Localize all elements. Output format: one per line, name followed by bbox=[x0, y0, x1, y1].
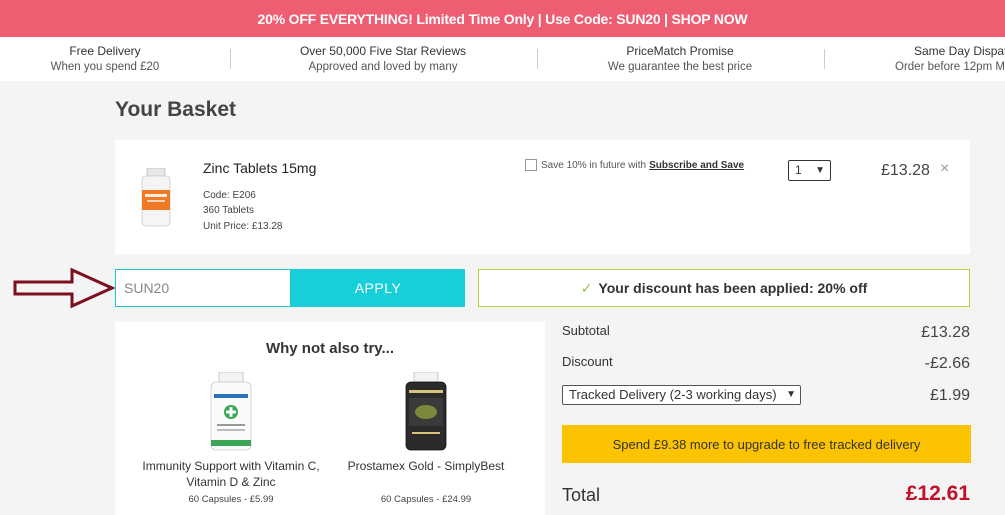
delivery-option-select[interactable]: Tracked Delivery (2-3 working days) ▼ bbox=[562, 385, 801, 405]
product-name[interactable]: Zinc Tablets 15mg bbox=[203, 160, 316, 176]
usp-free-delivery: Free Delivery When you spend £20 bbox=[40, 44, 170, 76]
upsell-product-name[interactable]: Immunity Support with Vitamin C, Vitamin… bbox=[141, 458, 321, 490]
check-icon: ✓ bbox=[580, 279, 593, 296]
free-delivery-upgrade-banner: Spend £9.38 more to upgrade to free trac… bbox=[562, 425, 971, 463]
product-image[interactable] bbox=[209, 372, 253, 452]
usp-divider bbox=[824, 49, 825, 69]
product-image[interactable] bbox=[139, 168, 173, 228]
product-image[interactable] bbox=[404, 372, 448, 452]
subtotal-label: Subtotal bbox=[562, 323, 610, 338]
promo-banner[interactable]: 20% OFF EVERYTHING! Limited Time Only | … bbox=[0, 0, 1005, 37]
arrow-right-icon bbox=[13, 267, 116, 309]
quantity-value: 1 bbox=[795, 163, 802, 177]
voucher-code-input[interactable]: SUN20 bbox=[115, 269, 291, 307]
usp-bar: Free Delivery When you spend £20 Over 50… bbox=[0, 37, 1005, 81]
usp-subtitle: When you spend £20 bbox=[50, 61, 160, 73]
product-pack-size: 360 Tablets bbox=[203, 205, 254, 216]
subscribe-checkbox[interactable] bbox=[525, 159, 537, 171]
apply-button[interactable]: APPLY bbox=[291, 269, 465, 307]
discount-label: Discount bbox=[562, 354, 613, 369]
basket-item: Zinc Tablets 15mg Code: E206 360 Tablets… bbox=[115, 140, 970, 254]
upsell-item[interactable]: Immunity Support with Vitamin C, Vitamin… bbox=[141, 372, 321, 505]
discount-applied-message: ✓ Your discount has been applied: 20% of… bbox=[478, 269, 970, 307]
usp-price-match: PriceMatch Promise We guarantee the best… bbox=[590, 44, 770, 76]
page-title: Your Basket bbox=[115, 98, 236, 121]
product-code: Code: E206 bbox=[203, 190, 256, 201]
usp-divider bbox=[537, 49, 538, 69]
discount-value: -£2.66 bbox=[924, 355, 970, 372]
chevron-down-icon: ▼ bbox=[815, 165, 825, 176]
upsell-product-price: 60 Capsules - £24.99 bbox=[380, 494, 472, 505]
subscribe-link[interactable]: Subscribe and Save bbox=[649, 160, 744, 171]
usp-reviews: Over 50,000 Five Star Reviews Approved a… bbox=[283, 44, 483, 76]
usp-title: Over 50,000 Five Star Reviews bbox=[299, 44, 467, 58]
subscribe-text: Save 10% in future with bbox=[541, 159, 647, 171]
discount-message-text: Your discount has been applied: 20% off bbox=[598, 280, 868, 296]
close-icon[interactable]: × bbox=[940, 160, 949, 178]
upsell-panel: Why not also try... Immunity Support wit… bbox=[115, 322, 545, 515]
upsell-product-price: 60 Capsules - £5.99 bbox=[188, 494, 274, 505]
usp-title: Free Delivery bbox=[69, 44, 141, 58]
usp-title: Same Day Dispatch bbox=[914, 44, 1005, 58]
delivery-option-value: Tracked Delivery (2-3 working days) bbox=[569, 387, 777, 402]
usp-subtitle: Approved and loved by many bbox=[308, 61, 458, 73]
quantity-select[interactable]: 1 ▼ bbox=[788, 160, 831, 181]
usp-subtitle: We guarantee the best price bbox=[607, 61, 753, 73]
total-label: Total bbox=[562, 485, 601, 505]
subtotal-value: £13.28 bbox=[921, 324, 970, 341]
subscribe-option: Save 10% in future with Subscribe and Sa… bbox=[525, 159, 744, 171]
usp-title: PriceMatch Promise bbox=[626, 44, 734, 58]
delivery-price: £1.99 bbox=[929, 387, 970, 404]
usp-dispatch: Same Day Dispatch Order before 12pm Mon-… bbox=[893, 44, 1005, 76]
usp-subtitle: Order before 12pm Mon-Fri bbox=[895, 61, 1005, 73]
product-unit-price: Unit Price: £13.28 bbox=[203, 221, 283, 232]
line-price: £13.28 bbox=[881, 162, 930, 179]
upsell-product-name[interactable]: Prostamex Gold - SimplyBest bbox=[336, 458, 516, 474]
upsell-item[interactable]: Prostamex Gold - SimplyBest 60 Capsules … bbox=[336, 372, 516, 505]
chevron-down-icon: ▼ bbox=[786, 389, 796, 400]
upsell-title: Why not also try... bbox=[265, 340, 395, 357]
total-value: £12.61 bbox=[905, 482, 970, 505]
usp-divider bbox=[230, 49, 231, 69]
